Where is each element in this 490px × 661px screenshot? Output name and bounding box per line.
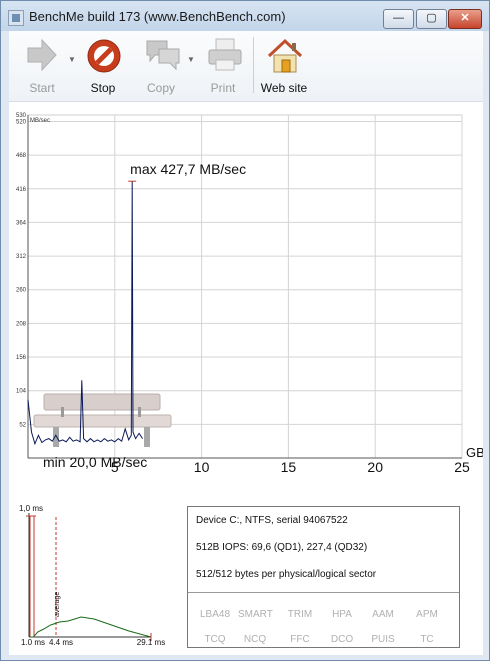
app-icon xyxy=(8,10,24,26)
minimize-button[interactable]: — xyxy=(383,9,414,29)
bench-arm xyxy=(61,407,64,417)
y-tick-label: 364 xyxy=(16,220,27,226)
latency-top-label: 1,0 ms xyxy=(19,504,43,513)
y-tick-label: 52 xyxy=(19,422,26,428)
device-line: Device C:, NTFS, serial 94067522 xyxy=(196,515,348,526)
speed-chart: 52 104 156 208 260 312 364 416 468 520 530 MB/sec 5 1… xyxy=(9,111,485,491)
feature-flag-puis: PUIS xyxy=(371,634,395,645)
bench-leg xyxy=(144,427,150,447)
y-tick-label: 520 xyxy=(16,119,27,125)
start-label: Start xyxy=(29,81,55,95)
feature-flag-ncq: NCQ xyxy=(243,634,267,645)
speech-bubbles-icon xyxy=(146,40,180,71)
bench-arm xyxy=(138,407,141,417)
feature-flag-dco: DCO xyxy=(330,634,354,645)
title-bar[interactable]: BenchMe build 173 (www.BenchBench.com) —… xyxy=(1,1,489,31)
y-tick-label: 416 xyxy=(16,187,27,193)
y-tick-label: 104 xyxy=(16,389,27,395)
latency-chart-svg: 1,0 ms average 1,0 ms 4,4 ms 29,1 ms xyxy=(19,504,165,647)
app-window: BenchMe build 173 (www.BenchBench.com) —… xyxy=(0,0,490,661)
y-tick-label: 530 xyxy=(16,113,27,119)
close-button[interactable]: ✕ xyxy=(448,9,482,29)
bench-seat xyxy=(33,414,172,428)
maximize-button[interactable]: ▢ xyxy=(416,9,447,29)
start-dropdown-arrow-icon[interactable]: ▼ xyxy=(68,55,76,64)
toolbar-separator xyxy=(253,37,254,93)
y-tick-label: 208 xyxy=(16,321,27,327)
x-tick-label: 20 xyxy=(367,459,383,475)
device-info-panel: Device C:, NTFS, serial 94067522 512B IO… xyxy=(187,506,460,648)
latency-x-label: 1,0 ms xyxy=(21,638,45,645)
latency-x-label: 29,1 ms xyxy=(137,638,165,645)
max-annotation: max 427,7 MB/sec xyxy=(130,161,246,177)
feature-flag-smart: SMART xyxy=(238,609,273,620)
feature-flag-tc: TC xyxy=(420,634,434,645)
min-annotation: min 20,0 MB/sec xyxy=(43,454,147,470)
iops-line: 512B IOPS: 69,6 (QD1), 227,4 (QD32) xyxy=(196,542,368,553)
website-label: Web site xyxy=(260,81,308,95)
speed-chart-svg: 52104156208260312364416468520530MB/sec5 1… xyxy=(16,113,485,475)
y-tick-label: 156 xyxy=(16,355,27,361)
copy-dropdown-arrow-icon[interactable]: ▼ xyxy=(187,55,195,64)
y-tick-label: 312 xyxy=(16,254,27,260)
window-title: BenchMe build 173 (www.BenchBench.com) xyxy=(29,9,286,24)
info-divider xyxy=(188,592,459,593)
sector-line: 512/512 bytes per physical/logical secto… xyxy=(196,569,377,580)
y-tick-label: 468 xyxy=(16,153,27,159)
feature-flag-trim: TRIM xyxy=(287,609,313,620)
x-tick-label: 15 xyxy=(281,459,297,475)
toolbar: Start ▼ Stop Copy ▼ Print Web site xyxy=(9,31,483,102)
feature-flag-aam: AAM xyxy=(372,609,394,620)
client-area: Start ▼ Stop Copy ▼ Print Web site 52 10… xyxy=(9,31,485,655)
stop-button[interactable]: Stop xyxy=(78,35,128,99)
copy-label: Copy xyxy=(146,81,175,95)
feature-flag-hpa: HPA xyxy=(332,609,352,620)
x-axis-label: GB xyxy=(466,445,483,460)
stop-icon xyxy=(87,39,121,73)
print-label: Print xyxy=(210,81,236,95)
latency-x-label: 4,4 ms xyxy=(49,638,73,645)
latency-series-line xyxy=(29,616,152,638)
bench-leg xyxy=(53,427,59,447)
printer-icon xyxy=(208,38,242,71)
feature-flag-ffc: FFC xyxy=(290,634,310,645)
arrow-right-icon xyxy=(27,38,57,72)
latency-first-bar xyxy=(29,515,35,638)
copy-button[interactable]: Copy xyxy=(136,35,186,99)
x-tick-label: 10 xyxy=(194,459,210,475)
feature-flag-lba48: LBA48 xyxy=(199,609,231,620)
y-tick-label: 260 xyxy=(16,288,27,294)
website-button[interactable]: Web site xyxy=(256,35,312,99)
latency-chart: 1,0 ms average 1,0 ms 4,4 ms 29,1 ms xyxy=(19,495,181,647)
house-icon xyxy=(267,38,303,73)
stop-label: Stop xyxy=(90,81,116,95)
feature-flag-tcq: TCQ xyxy=(204,634,226,645)
y-axis-label: MB/sec xyxy=(30,118,50,124)
start-button[interactable]: Start xyxy=(17,35,67,99)
print-button[interactable]: Print xyxy=(198,35,248,99)
average-label: average xyxy=(54,592,61,617)
x-tick-label: 25 xyxy=(454,459,470,475)
feature-flag-apm: APM xyxy=(416,609,438,620)
